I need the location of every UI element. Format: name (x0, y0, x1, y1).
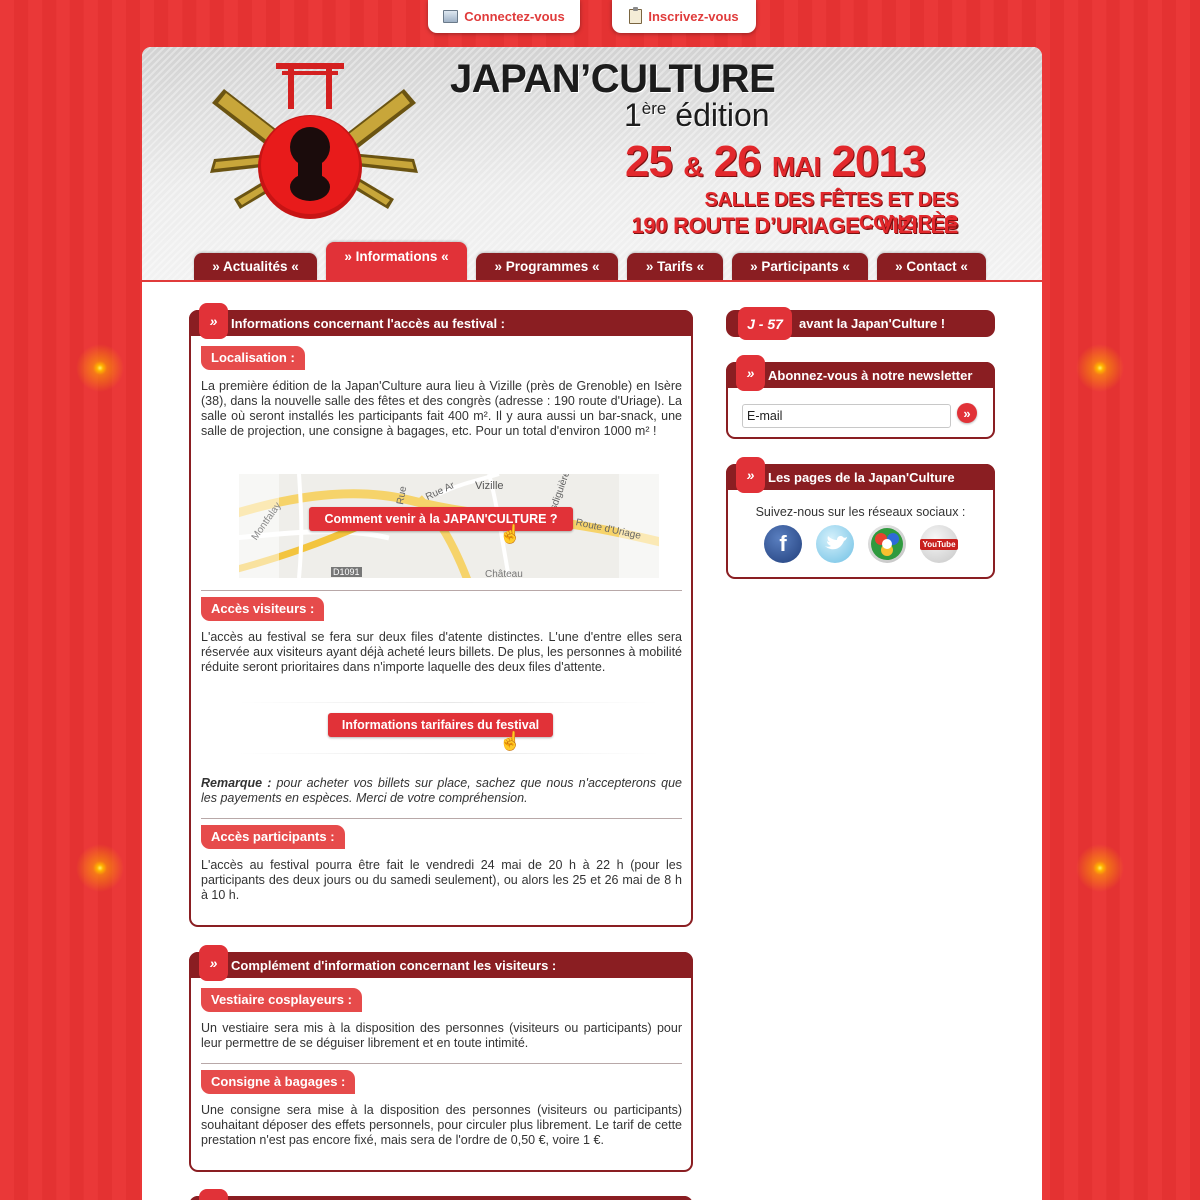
register-label: Inscrivez-vous (648, 9, 739, 24)
map-label-vizille: Vizille (475, 480, 504, 492)
newsletter-title: Abonnez-vous à notre newsletter (768, 367, 973, 383)
bullet-icon: » (199, 945, 228, 981)
hand-cursor-icon: ☝ (499, 731, 522, 751)
visitors-panel-header: » Complément d'information concernant le… (189, 945, 693, 981)
visitors-access-heading: Accès visiteurs : (201, 597, 325, 621)
social-title: Les pages de la Japan'Culture (768, 469, 955, 485)
access-panel: » Informations concernant l'accès au fes… (189, 303, 693, 927)
newsletter-panel: » Abonnez-vous à notre newsletter » (726, 355, 995, 439)
twitter-icon[interactable] (816, 525, 854, 563)
monitor-icon (443, 10, 459, 23)
follow-text: Suivez-nous sur les réseaux sociaux : (755, 505, 966, 519)
next-panel: » (189, 1189, 693, 1200)
localisation-heading: Localisation : (201, 346, 305, 370)
tab-actualites[interactable]: » Actualités « (194, 253, 317, 280)
directions-button[interactable]: Comment venir à la JAPAN'CULTURE ? (309, 507, 573, 531)
bullet-icon: » (736, 457, 765, 493)
social-panel: » Les pages de la Japan'Culture Suivez-n… (726, 457, 995, 579)
localisation-text: La première édition de la Japan'Culture … (201, 379, 682, 438)
google-icon[interactable] (868, 525, 906, 563)
divider (201, 1063, 682, 1064)
divider (239, 753, 659, 754)
visitors-panel-title: Complément d'information concernant les … (231, 957, 557, 973)
participants-access-text: L'accès au festival pourra être fait le … (201, 858, 682, 902)
festival-dates: 25 & 26 MAI 2013 (625, 137, 926, 186)
tab-programmes[interactable]: » Programmes « (476, 253, 618, 280)
map-label-chateau: Château (485, 569, 523, 578)
tab-tarifs[interactable]: » Tarifs « (627, 253, 723, 280)
clipboard-icon (629, 7, 643, 24)
countdown-text: avant la Japan'Culture ! (799, 316, 946, 331)
torii-icon (276, 63, 344, 109)
bullet-icon: » (199, 1189, 228, 1200)
luggage-text: Une consigne sera mise à la disposition … (201, 1103, 682, 1147)
divider (201, 818, 682, 819)
main-nav: » Actualités « » Informations « » Progra… (142, 242, 1042, 282)
next-panel-header: » (189, 1189, 693, 1200)
email-input[interactable] (742, 404, 951, 428)
newsletter-submit-button[interactable]: » (957, 403, 977, 423)
countdown-box: J - 57 avant la Japan'Culture ! (726, 307, 995, 340)
bullet-icon: » (736, 355, 765, 391)
festival-logo[interactable] (204, 59, 424, 219)
login-label: Connectez-vous (464, 9, 565, 24)
divider (201, 590, 682, 591)
luggage-heading: Consigne à bagages : (201, 1070, 356, 1094)
venue-address: 190 ROUTE D’URIAGE - VIZILLE (631, 213, 958, 238)
login-link[interactable]: Connectez-vous (428, 0, 580, 33)
countdown-badge: J - 57 (738, 307, 792, 340)
facebook-icon[interactable]: f (764, 525, 802, 563)
cloakroom-text: Un vestiaire sera mis à la disposition d… (201, 1021, 682, 1050)
access-panel-title: Informations concernant l'accès au festi… (231, 315, 506, 331)
tab-informations[interactable]: » Informations « (326, 242, 467, 280)
festival-title: JAPAN’CULTURE (450, 57, 776, 101)
hand-cursor-icon: ☝ (499, 524, 522, 544)
visitors-panel: » Complément d'information concernant le… (189, 945, 693, 1172)
tab-participants[interactable]: » Participants « (732, 253, 868, 280)
cloakroom-heading: Vestiaire cosplayeurs : (201, 988, 362, 1012)
visitors-access-text: L'accès au festival se fera sur deux fil… (201, 630, 682, 674)
social-header: » Les pages de la Japan'Culture (726, 457, 995, 493)
access-panel-header: » Informations concernant l'accès au fes… (189, 303, 693, 339)
register-link[interactable]: Inscrivez-vous (612, 0, 756, 33)
newsletter-header: » Abonnez-vous à notre newsletter (726, 355, 995, 391)
tab-contact[interactable]: » Contact « (877, 253, 986, 280)
participants-access-heading: Accès participants : (201, 825, 345, 849)
map-label-d1091: D1091 (331, 567, 362, 577)
divider (239, 702, 659, 703)
payment-remark: Remarque : pour acheter vos billets sur … (201, 776, 682, 805)
youtube-icon[interactable]: YouTube (920, 525, 958, 563)
edition-label: 1ère édition (624, 97, 770, 133)
bullet-icon: » (199, 303, 228, 339)
